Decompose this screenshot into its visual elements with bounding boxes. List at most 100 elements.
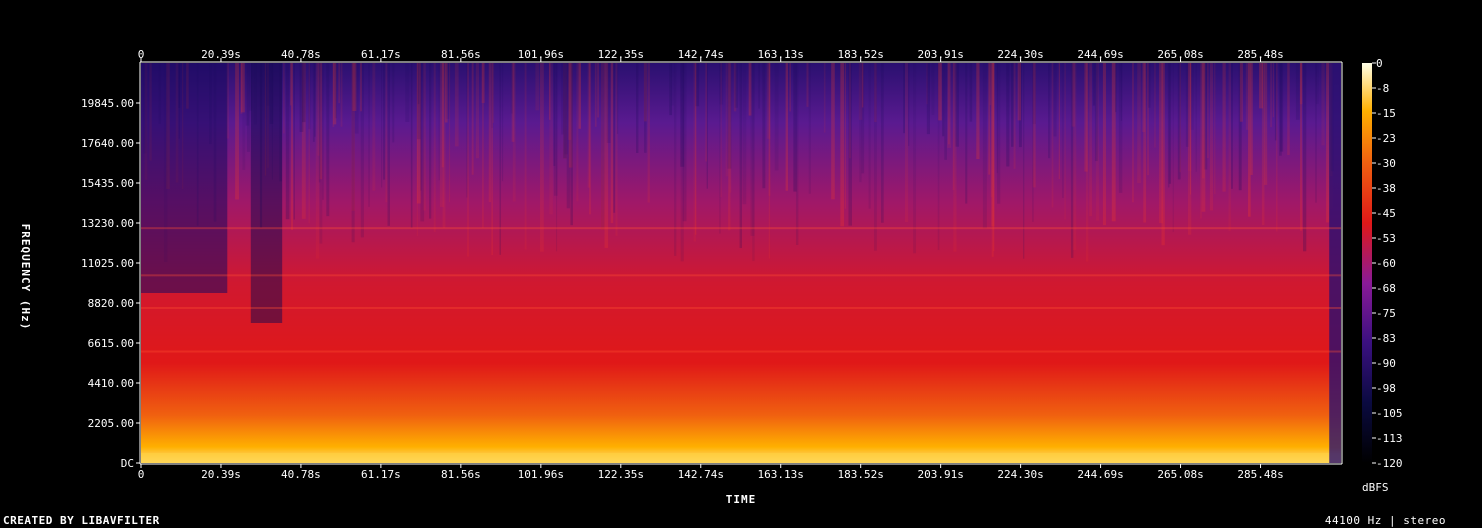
- spectrogram-streak: [549, 63, 553, 215]
- colorbar-tick-label: -30: [1376, 157, 1396, 170]
- x-tick-label-top: 265.08s: [1157, 48, 1203, 61]
- spectrogram-streak: [385, 63, 388, 203]
- spectrogram-streak: [1071, 63, 1076, 127]
- y-tick-label: 19845.00: [81, 97, 134, 110]
- spectrogram-streak: [768, 63, 771, 196]
- spectrogram-streak: [750, 63, 755, 236]
- spectrogram-streak: [982, 63, 987, 229]
- spectrogram-streak: [1058, 63, 1060, 179]
- spectrogram-streak: [491, 63, 493, 256]
- spectrogram-streak: [383, 63, 386, 180]
- x-tick-label-bottom: 265.08s: [1157, 468, 1203, 481]
- colorbar: 0 -8 -15 -23 -30 -38 -45 -53 -60 -68 -75 -83 -90 -98 -…: [1362, 57, 1403, 470]
- spectrogram-streak: [340, 63, 343, 127]
- spectrogram-streak: [789, 63, 791, 112]
- spectrogram-streak: [868, 63, 871, 209]
- spectrogram-streak: [680, 63, 684, 262]
- spectrogram-streak: [535, 63, 540, 111]
- sample-rate-label: 44100 Hz | stereo: [1324, 514, 1446, 527]
- spectrogram-streak: [454, 63, 459, 147]
- spectrogram-streak: [578, 63, 581, 129]
- spectrogram-streak: [1153, 63, 1156, 148]
- spectrogram-streak: [1132, 63, 1134, 203]
- y-tick-label: 15435.00: [81, 177, 134, 190]
- spectrogram-streak: [438, 63, 440, 181]
- spectrogram-streak: [299, 63, 304, 132]
- x-tick-label-bottom: 142.74s: [678, 468, 724, 481]
- spectrogram-streak: [734, 63, 738, 108]
- spectrogram-streak: [1279, 63, 1282, 156]
- spectrogram-streak: [969, 63, 973, 122]
- spectrogram-streak: [606, 63, 611, 143]
- spectrogram-streak: [952, 63, 955, 190]
- colorbar-gradient: [1362, 63, 1372, 463]
- spectrogram-streak: [594, 63, 597, 127]
- spectrogram-harmonic-band: [141, 306, 1341, 309]
- spectrogram-streak: [1303, 63, 1307, 252]
- colorbar-tick-label: -113: [1376, 432, 1403, 445]
- spectrogram-streak: [1287, 63, 1290, 155]
- spectrogram-streak: [931, 63, 935, 115]
- spectrogram-streak: [235, 63, 239, 200]
- y-tick-label: DC: [121, 457, 134, 470]
- spectrogram-quiet-region: [141, 63, 228, 293]
- spectrogram-streak: [1248, 63, 1251, 217]
- x-tick-label-top: 40.78s: [281, 48, 321, 61]
- spectrogram-streak: [904, 63, 909, 223]
- spectrogram-streak: [488, 63, 492, 203]
- spectrogram-streak: [561, 63, 564, 135]
- x-tick-label-top: 81.56s: [441, 48, 481, 61]
- spectrogram-streak: [785, 63, 789, 191]
- spectrogram-streak: [1326, 63, 1330, 223]
- spectrogram-streak: [669, 63, 672, 116]
- spectrogram-streak: [993, 63, 995, 252]
- x-tick-label-top: 224.30s: [997, 48, 1043, 61]
- spectrogram-streak: [410, 63, 413, 228]
- x-tick-label-top: 244.69s: [1077, 48, 1123, 61]
- spectrogram-low-band: [141, 453, 1341, 463]
- x-tick-label-top: 203.91s: [917, 48, 963, 61]
- spectrogram-streak: [848, 63, 852, 226]
- x-tick-label-top: 183.52s: [838, 48, 884, 61]
- spectrogram-streak: [1006, 63, 1010, 167]
- spectrogram-streak: [1185, 63, 1189, 147]
- colorbar-tick-label: -75: [1376, 307, 1396, 320]
- y-tick-label: 8820.00: [88, 297, 134, 310]
- y-tick-label: 11025.00: [81, 257, 134, 270]
- spectrogram-streak: [1299, 63, 1303, 105]
- spectrogram-streak: [1017, 63, 1021, 121]
- x-axis-label: TIME: [726, 493, 757, 506]
- spectrogram-streak: [1239, 63, 1243, 122]
- spectrogram-streak: [322, 63, 324, 200]
- spectrogram-streak: [381, 63, 383, 188]
- x-tick-label-bottom: 20.39s: [201, 468, 241, 481]
- spectrogram-streak: [705, 63, 707, 162]
- y-axis-ticks: DC 2205.00 4410.00 6615.00 8820.00 11025.00 13…: [81, 97, 140, 470]
- spectrogram-streak: [926, 63, 930, 135]
- spectrogram-streak: [246, 63, 250, 152]
- spectrogram-streak: [1222, 63, 1226, 192]
- colorbar-tick-label: -23: [1376, 132, 1396, 145]
- spectrogram-streak: [1051, 63, 1054, 208]
- colorbar-tick-label: -83: [1376, 332, 1396, 345]
- colorbar-tick-label: -53: [1376, 232, 1396, 245]
- x-tick-label-bottom: 224.30s: [997, 468, 1043, 481]
- x-tick-label-top: 285.48s: [1237, 48, 1283, 61]
- x-tick-label-bottom: 244.69s: [1077, 468, 1123, 481]
- spectrogram-streak: [844, 63, 847, 209]
- colorbar-tick-label: -98: [1376, 382, 1396, 395]
- spectrogram-streak: [420, 63, 425, 222]
- spectrogram-streak: [988, 63, 991, 175]
- spectrogram-streak: [1209, 63, 1214, 211]
- spectrogram-streak: [285, 63, 290, 220]
- spectrogram-streak: [308, 63, 311, 130]
- spectrogram-streak: [742, 63, 747, 205]
- x-tick-label-bottom: 163.13s: [758, 468, 804, 481]
- x-tick-label-top: 101.96s: [518, 48, 564, 61]
- spectrogram-streak: [319, 63, 323, 244]
- spectrogram-streak: [1013, 63, 1016, 169]
- spectrogram-streak: [1115, 63, 1117, 113]
- spectrogram-streak: [1270, 63, 1272, 128]
- colorbar-tick-label: -8: [1376, 82, 1389, 95]
- spectrogram-streak: [719, 63, 721, 234]
